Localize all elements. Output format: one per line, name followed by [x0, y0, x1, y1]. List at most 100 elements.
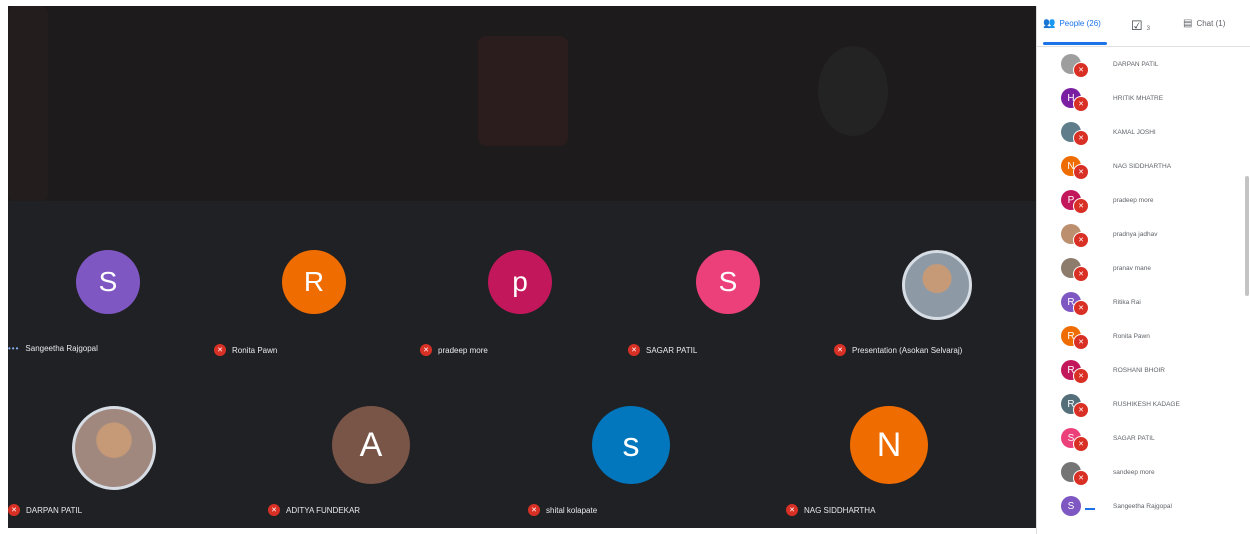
- mic-off-icon: ✕: [1073, 96, 1089, 112]
- mic-off-icon: ✕: [1073, 62, 1089, 78]
- avatar-initial: A: [359, 425, 383, 464]
- participant-list-item[interactable]: P ✕ pradeep more: [1037, 184, 1250, 218]
- avatar: R: [282, 250, 346, 314]
- speaking-icon: [1085, 508, 1095, 510]
- participant-list-name: sandeep more: [1113, 469, 1155, 476]
- avatar-initial: N: [876, 425, 902, 464]
- participant-list-item[interactable]: R ✕ RUSHIKESH KADAGE: [1037, 388, 1250, 422]
- participant-list-name: NAG SIDDHARTHA: [1113, 163, 1172, 170]
- participant-list-item[interactable]: N ✕ NAG SIDDHARTHA: [1037, 150, 1250, 184]
- participant-list-name: pradeep more: [1113, 197, 1154, 204]
- participant-list-name: Ronita Pawn: [1113, 333, 1150, 340]
- mic-off-icon: ✕: [1073, 334, 1089, 350]
- mic-off-icon: ✕: [1073, 130, 1089, 146]
- mic-off-icon: ✕: [628, 344, 640, 356]
- participant-list-item[interactable]: ✕ pranav mane: [1037, 252, 1250, 286]
- participant-name: Ronita Pawn: [232, 345, 278, 355]
- participant-list-item[interactable]: S ✕ SAGAR PATIL: [1037, 422, 1250, 456]
- avatar: s: [592, 406, 670, 484]
- participant-list-name: Sangeetha Rajgopal: [1113, 503, 1172, 510]
- participant-list-item[interactable]: ✕ DARPAN PATIL: [1037, 48, 1250, 82]
- mic-off-icon: ✕: [1073, 198, 1089, 214]
- participant-list-name: DARPAN PATIL: [1113, 61, 1159, 68]
- mic-off-icon: ✕: [1073, 300, 1089, 316]
- participant-name: Sangeetha Rajgopal: [25, 344, 98, 353]
- avatar-initial: p: [512, 266, 528, 297]
- participant-name-row: ✕ Ronita Pawn: [214, 344, 277, 356]
- participant-list-name: pranav mane: [1113, 265, 1151, 272]
- mic-off-icon: ✕: [1073, 470, 1089, 486]
- participant-list-name: RUSHIKESH KADAGE: [1113, 401, 1180, 408]
- avatar: S: [696, 250, 760, 314]
- participant-name-row: ✕ DARPAN PATIL: [8, 504, 82, 516]
- video-tile[interactable]: A ✕ ADITYA FUNDEKAR: [268, 404, 473, 528]
- video-tile[interactable]: s ✕ shital kolapate: [528, 404, 733, 528]
- avatar: N: [850, 406, 928, 484]
- participant-name: DARPAN PATIL: [26, 505, 83, 515]
- participant-name-row: ✕ NAG SIDDHARTHA: [786, 504, 875, 516]
- avatar-initial: S: [98, 266, 118, 297]
- mic-off-icon: ✕: [1073, 164, 1089, 180]
- people-icon: 👥: [1043, 18, 1056, 29]
- mic-off-icon: ✕: [420, 344, 432, 356]
- mic-off-icon: ✕: [1073, 266, 1089, 282]
- participant-name: shital kolapate: [546, 505, 598, 515]
- participant-name: SAGAR PATIL: [646, 345, 698, 355]
- presentation-area[interactable]: [8, 6, 1036, 201]
- mic-off-icon: ✕: [214, 344, 226, 356]
- participant-list-item[interactable]: R ✕ Ritika Rai: [1037, 286, 1250, 320]
- panel-scrollbar[interactable]: [1245, 176, 1249, 296]
- participant-name: pradeep more: [438, 345, 488, 355]
- avatar: A: [332, 406, 410, 484]
- video-tile[interactable]: N ✕ NAG SIDDHARTHA: [786, 404, 991, 528]
- video-tile[interactable]: S ••• Sangeetha Rajgopal: [8, 244, 213, 389]
- participant-list: ✕ DARPAN PATIL H ✕ HRITIK MHATRE ✕ KAMAL JOSHI…: [1037, 48, 1250, 524]
- tab-chat-label: Chat (1): [1196, 19, 1226, 28]
- participant-name-row: ✕ SAGAR PATIL: [628, 344, 697, 356]
- tab-tasks-count: 3: [1146, 26, 1150, 32]
- presentation-shape: [818, 46, 888, 136]
- participant-name-row: ✕ Presentation (Asokan Selvaraj): [834, 344, 962, 356]
- mic-off-icon: ✕: [1073, 232, 1089, 248]
- avatar: S: [76, 250, 140, 314]
- participant-list-name: KAMAL JOSHI: [1113, 129, 1156, 136]
- avatar-photo: [72, 406, 156, 490]
- participant-name-row: ✕ shital kolapate: [528, 504, 597, 516]
- tab-chat[interactable]: ▤ Chat (1): [1183, 18, 1225, 29]
- participant-list-item[interactable]: R ✕ ROSHANI BHOIR: [1037, 354, 1250, 388]
- video-tile[interactable]: S ✕ SAGAR PATIL: [628, 244, 833, 389]
- participant-list-item[interactable]: ✕ KAMAL JOSHI: [1037, 116, 1250, 150]
- mic-off-icon: ✕: [1073, 436, 1089, 452]
- participant-avatar: S: [1061, 496, 1081, 516]
- participant-list-item[interactable]: ✕ pradnya jadhav: [1037, 218, 1250, 252]
- video-tile[interactable]: ✕ DARPAN PATIL: [8, 404, 213, 528]
- mic-off-icon: ✕: [8, 504, 20, 516]
- active-tab-indicator: [1043, 42, 1107, 45]
- mic-off-icon: ✕: [786, 504, 798, 516]
- participant-list-item[interactable]: ✕ sandeep more: [1037, 456, 1250, 490]
- participant-name-row: ✕ ADITYA FUNDEKAR: [268, 504, 360, 516]
- avatar-initial: s: [622, 425, 640, 464]
- participant-name: Presentation (Asokan Selvaraj): [852, 345, 963, 355]
- video-tile[interactable]: ✕ Presentation (Asokan Selvaraj): [834, 244, 1036, 389]
- video-tile[interactable]: p ✕ pradeep more: [420, 244, 625, 389]
- panel-tabs: 👥 People (26) ☑ 3 ▤ Chat (1): [1037, 6, 1250, 47]
- video-tile[interactable]: R ✕ Ronita Pawn: [214, 244, 419, 389]
- participant-list-name: HRITIK MHATRE: [1113, 95, 1164, 102]
- participant-list-item[interactable]: H ✕ HRITIK MHATRE: [1037, 82, 1250, 116]
- tab-people-label: People (26): [1059, 19, 1101, 28]
- participants-panel: 👥 People (26) ☑ 3 ▤ Chat (1) ✕ DARPAN PAT…: [1036, 6, 1250, 534]
- mic-off-icon: ✕: [1073, 368, 1089, 384]
- participant-initial: S: [1067, 500, 1075, 512]
- speaking-icon: •••: [8, 344, 20, 353]
- checkbox-icon: ☑: [1131, 18, 1143, 33]
- avatar: p: [488, 250, 552, 314]
- participant-list-item[interactable]: R ✕ Ronita Pawn: [1037, 320, 1250, 354]
- participant-list-item[interactable]: S Sangeetha Rajgopal: [1037, 490, 1250, 524]
- tab-people[interactable]: 👥 People (26): [1043, 18, 1101, 29]
- presentation-shape: [478, 36, 568, 146]
- presentation-shape: [8, 6, 48, 201]
- tab-tasks[interactable]: ☑ 3: [1131, 18, 1150, 34]
- mic-off-icon: ✕: [528, 504, 540, 516]
- video-grid: S ••• Sangeetha Rajgopal R ✕ Ronita Pawn p ✕ pra…: [8, 6, 1036, 528]
